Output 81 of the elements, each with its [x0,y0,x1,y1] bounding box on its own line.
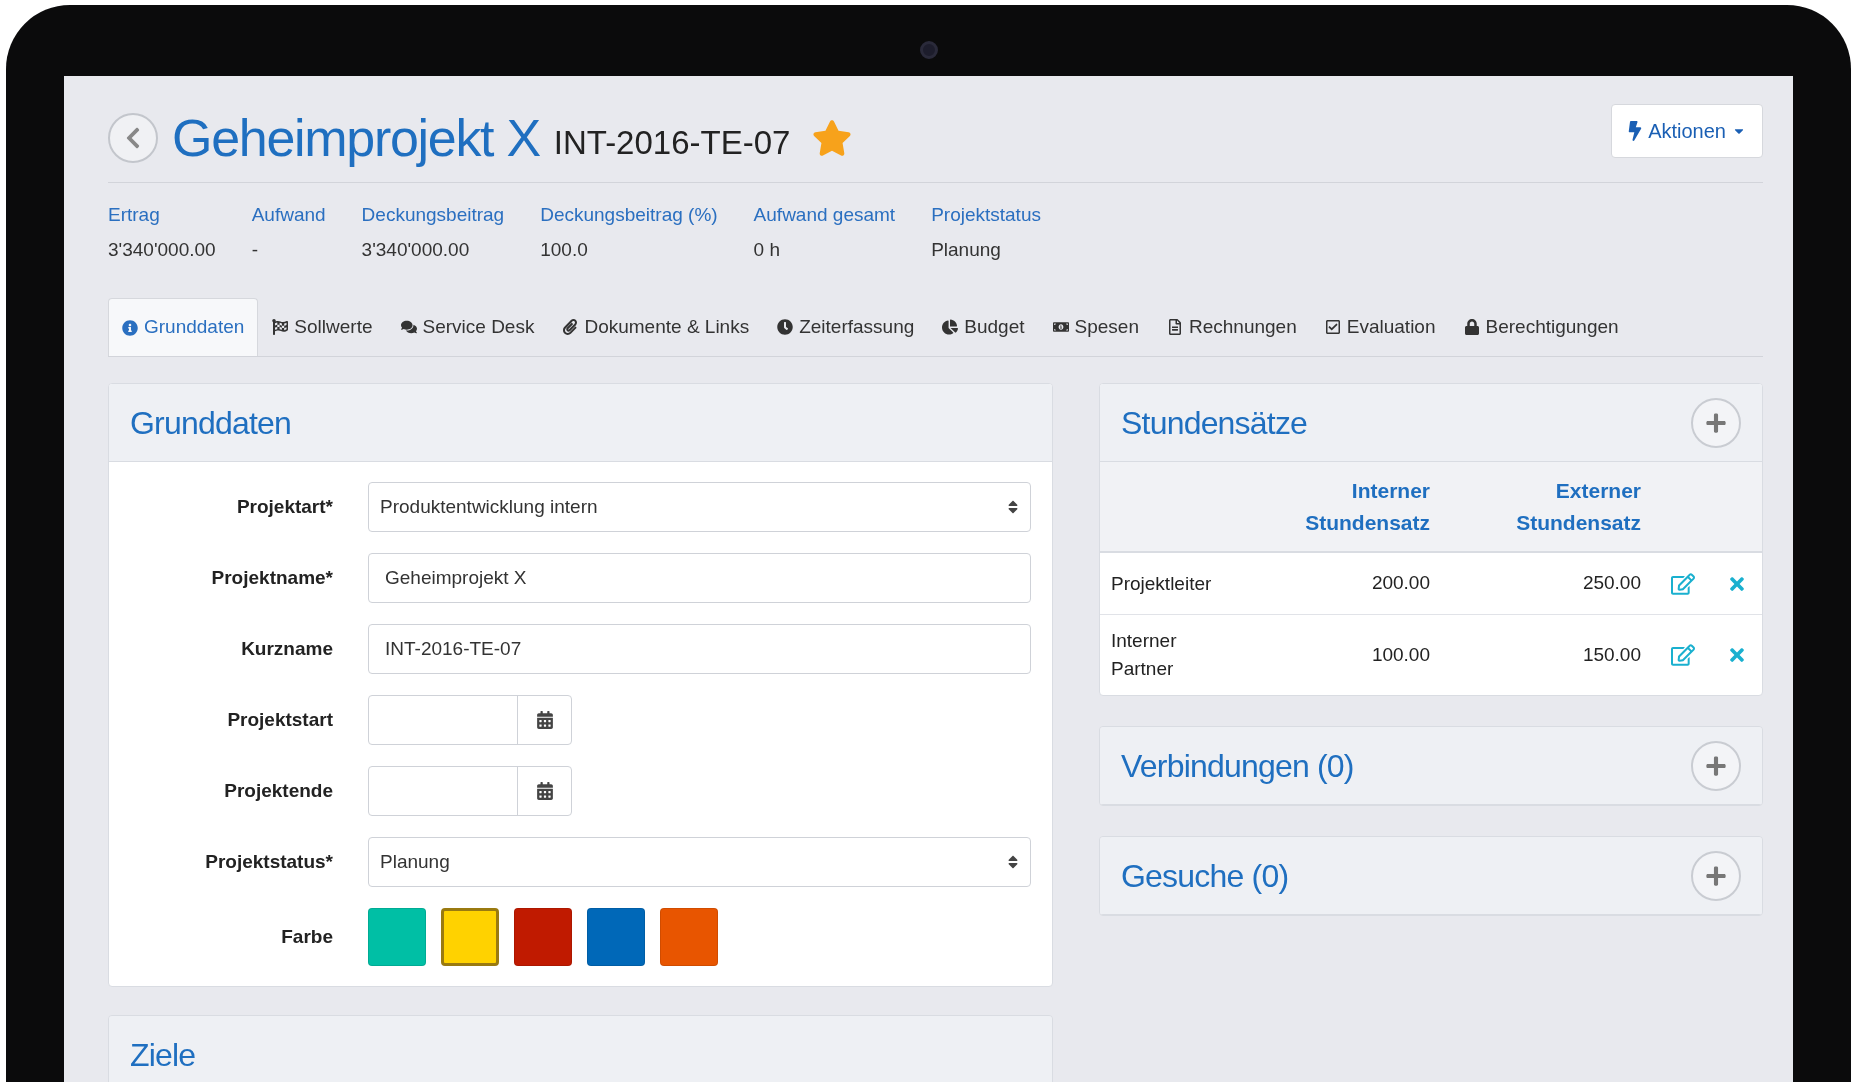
field-label: Projektstart [226,707,333,732]
panel-title: Ziele [130,1035,196,1075]
add-button[interactable] [1691,740,1741,791]
delete-button[interactable] [1727,645,1746,665]
back-button[interactable] [108,113,158,163]
panel-title: Gesuche (0) [1121,856,1289,896]
field-label: Projektname* [210,565,333,590]
document-icon [1167,319,1183,335]
select-field[interactable]: Planung [368,837,1031,887]
stat-value: 3'340'000.00 [108,237,216,262]
banknote-icon [1052,319,1069,335]
stat-label: Aufwand gesamt [753,203,896,227]
sort-icon [1007,854,1019,870]
color-swatch[interactable] [441,908,499,966]
date-field[interactable] [368,695,572,745]
field-label: Projektende [223,778,333,803]
pie-chart-icon [942,319,959,335]
field-label: Farbe [280,924,333,949]
calendar-icon [535,782,554,800]
chat-icon [400,319,417,335]
stat-value: - [251,237,259,262]
field-label: Kurzname [240,636,333,661]
sort-icon [1007,499,1019,515]
table-cell-text: Projektleiter [1110,571,1213,596]
plus-icon [1705,864,1727,887]
actions-button[interactable]: Aktionen [1611,104,1763,158]
edit-icon [1671,572,1696,595]
table-cell-text: 200.00 [1370,571,1430,596]
tab[interactable]: Evaluation [1310,298,1450,356]
bolt-icon [1628,121,1643,141]
favorite-star[interactable] [812,118,853,158]
column-header: Interner Stundensatz [1304,477,1430,536]
select-field[interactable]: Produktentwicklung intern [368,482,1031,532]
stat-value: Planung [931,237,1002,262]
table-cell-text: Interner Partner [1110,629,1178,681]
panel-title: Verbindungen (0) [1121,746,1354,786]
stat-label: Projektstatus [931,203,1041,227]
field-label: Projektstatus* [204,849,333,874]
input-field[interactable]: INT-2016-TE-07 [368,624,1031,674]
plus-icon [1705,411,1727,434]
tab[interactable]: Grunddaten [108,298,259,356]
flag-icon [272,319,289,335]
table-cell-text: 100.00 [1370,642,1430,667]
tab[interactable]: Berechtigungen [1449,298,1633,356]
add-button[interactable] [1691,397,1741,448]
stat-label: Deckungsbeitrag (%) [540,203,718,227]
project-code: INT-2016-TE-07 [553,125,791,159]
tab[interactable]: Zeiterfassung [763,298,929,356]
date-field[interactable] [368,766,572,816]
plus-icon [1705,754,1727,777]
star-icon [812,118,853,158]
stat-value: 3'340'000.00 [361,237,471,262]
stat-value: 100.0 [540,237,589,262]
stat-label: Aufwand [251,203,326,227]
clock-icon [777,319,794,335]
stat-label: Ertrag [108,203,161,227]
panel-title: Stundensätze [1121,403,1308,443]
panel-title: Grunddaten [130,403,292,443]
checkbox-icon [1324,319,1341,335]
edit-button[interactable] [1671,644,1696,666]
close-icon [1727,645,1746,665]
table-cell-text: 250.00 [1581,571,1641,596]
edit-icon [1671,644,1696,666]
input-field[interactable]: Geheimprojekt X [368,553,1031,603]
lock-icon [1463,319,1480,335]
info-icon [122,319,138,336]
edit-button[interactable] [1671,572,1696,595]
field-label: Projektart* [235,494,333,519]
tab[interactable]: Sollwerte [258,298,387,356]
tab[interactable]: Spesen [1038,298,1153,356]
tab[interactable]: Service Desk [386,298,549,356]
tab[interactable]: Rechnungen [1153,298,1311,356]
column-header: Externer Stundensatz [1515,477,1641,536]
calendar-icon [535,711,554,729]
tab[interactable]: Budget [928,298,1039,356]
stat-label: Deckungsbeitrag [361,203,505,227]
add-button[interactable] [1691,850,1741,901]
tab[interactable]: Dokumente & Links [548,298,764,356]
table-cell-text: 150.00 [1581,642,1641,667]
paperclip-icon [562,319,579,335]
stat-value: 0 h [753,237,782,262]
